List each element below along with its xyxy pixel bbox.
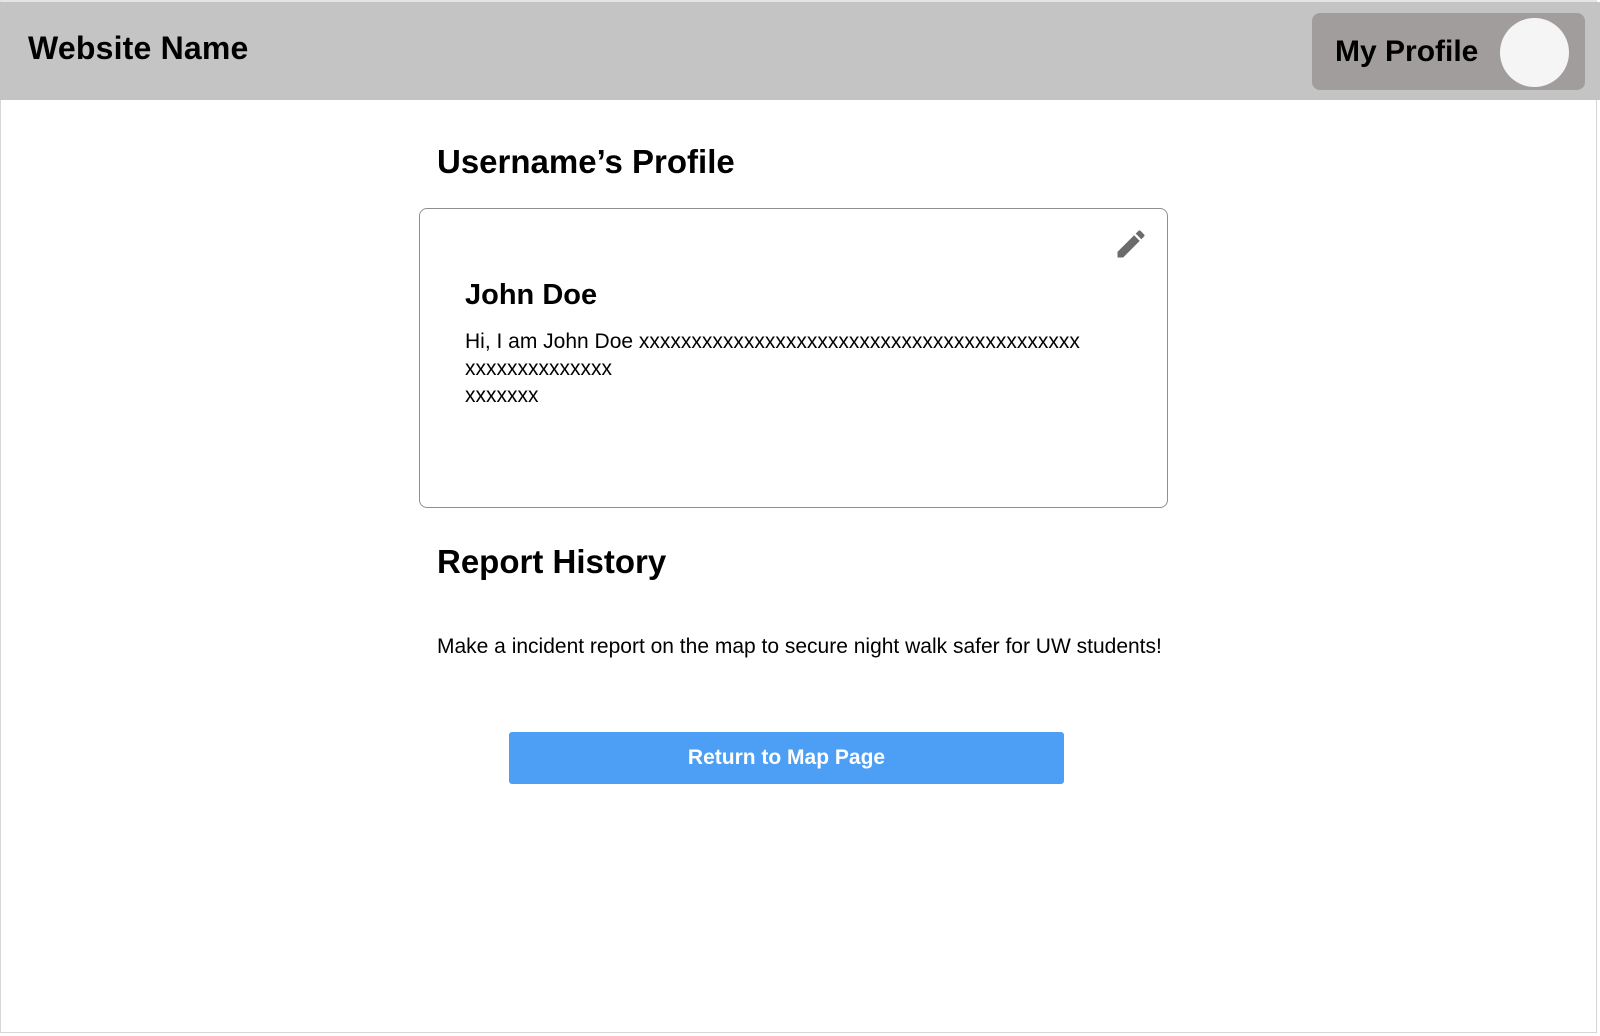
my-profile-label: My Profile xyxy=(1335,35,1479,68)
page-frame xyxy=(0,0,1597,1033)
report-history-message: Make a incident report on the map to sec… xyxy=(437,635,1162,658)
my-profile-button[interactable]: My Profile xyxy=(1312,13,1585,90)
profile-page-title: Username’s Profile xyxy=(437,143,735,180)
report-history-title: Report History xyxy=(437,543,667,580)
return-to-map-button[interactable]: Return to Map Page xyxy=(509,732,1064,784)
edit-profile-button[interactable] xyxy=(1113,226,1149,262)
profile-name: John Doe xyxy=(465,279,598,311)
site-name[interactable]: Website Name xyxy=(28,28,249,68)
top-navigation-bar: Website Name My Profile xyxy=(0,2,1600,100)
pencil-icon xyxy=(1117,230,1145,258)
profile-card: John Doe Hi, I am John Doe xxxxxxxxxxxxx… xyxy=(419,208,1168,508)
profile-bio: Hi, I am John Doe xxxxxxxxxxxxxxxxxxxxxx… xyxy=(465,330,1080,407)
avatar xyxy=(1500,18,1569,87)
